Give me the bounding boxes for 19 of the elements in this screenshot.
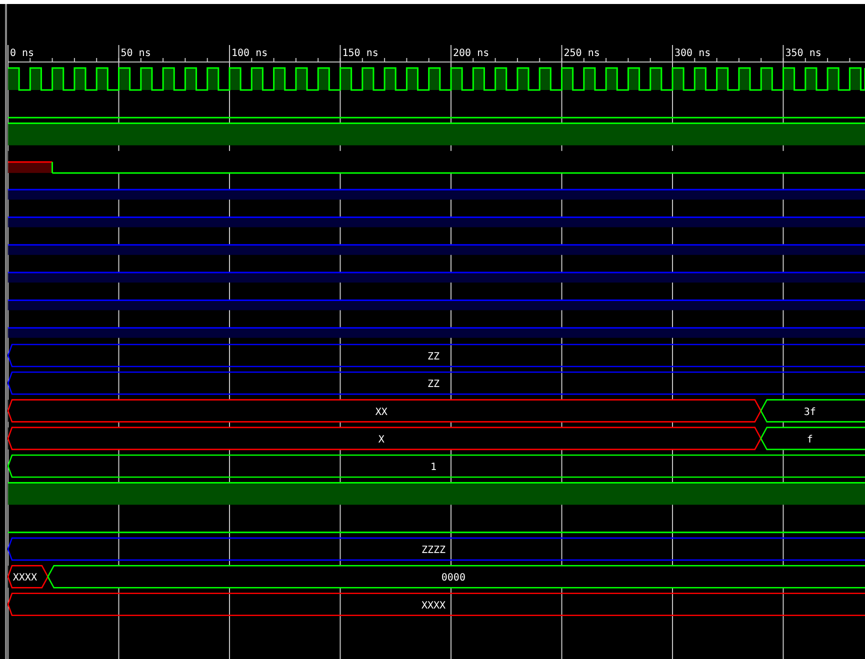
time-label: 100 ns [232, 48, 268, 59]
bus-value: f [806, 434, 813, 446]
bus-value: 1 [430, 462, 437, 474]
bus-value: X [378, 434, 384, 446]
time-label: 300 ns [674, 48, 711, 59]
bus-value: XXXX [421, 600, 446, 612]
bus-value: ZZ [427, 379, 440, 390]
bus-value: ZZ [427, 352, 440, 362]
time-label: 0 ns [10, 48, 34, 59]
time-label: 50 ns [120, 48, 151, 59]
time-label: 350 ns [785, 48, 822, 59]
time-label: 250 ns [564, 48, 600, 59]
time-label: 200 ns [453, 48, 490, 59]
bus-value: 3f [804, 406, 816, 418]
bus-value: XXXX [12, 572, 37, 584]
time-label: 150 ns [342, 48, 378, 59]
bus-value: 0000 [441, 572, 466, 584]
bus-value: XX [375, 406, 388, 418]
bus-value: ZZZZ [421, 545, 446, 556]
